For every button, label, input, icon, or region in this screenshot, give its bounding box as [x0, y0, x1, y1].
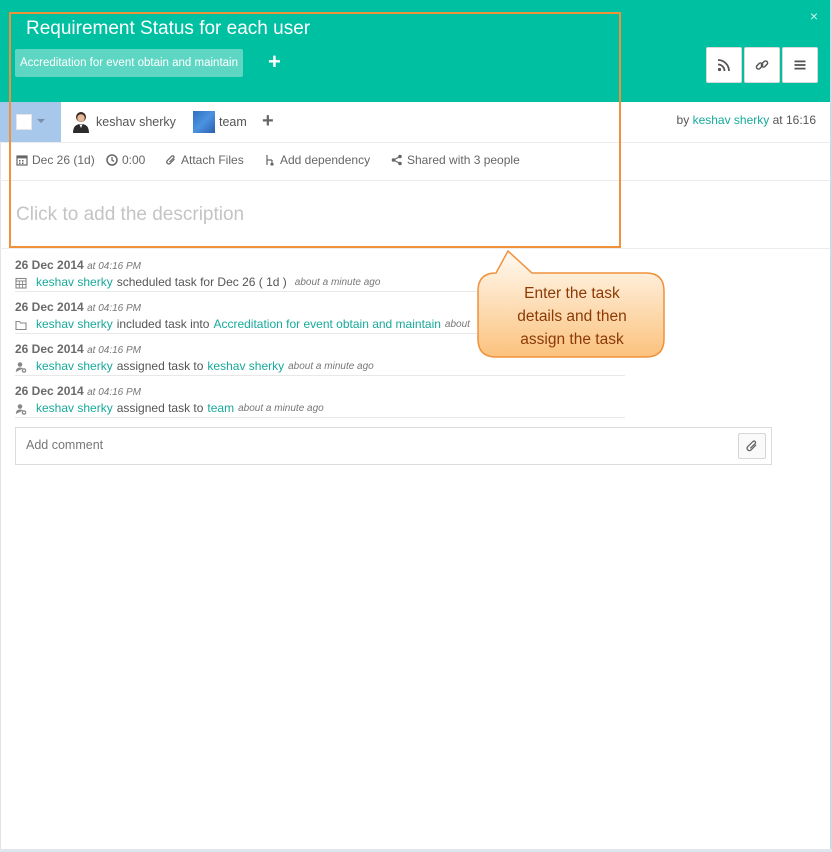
rss-button[interactable]: [706, 47, 742, 83]
annotation-highlight-box: [9, 12, 621, 248]
rss-icon: [717, 59, 730, 72]
byline-prefix: by: [676, 113, 690, 127]
activity-date-text: 26 Dec 2014: [15, 258, 84, 272]
calendar-icon: [15, 277, 27, 289]
activity-item: keshav sherky assigned task to team abou…: [15, 400, 625, 418]
comment-attach-button[interactable]: [738, 433, 766, 459]
callout-line: assign the task: [520, 331, 624, 348]
activity-date-text: 26 Dec 2014: [15, 342, 84, 356]
menu-button[interactable]: [782, 47, 818, 83]
activity-ago: about: [444, 319, 470, 330]
activity-user-link[interactable]: keshav sherky: [36, 400, 113, 417]
activity-date: 26 Dec 2014 at 04:16 PM: [15, 383, 625, 400]
assign-user-icon: [15, 403, 27, 415]
activity-action: scheduled task for Dec 26 ( 1d ): [116, 275, 287, 289]
activity-ago: about a minute ago: [294, 277, 381, 288]
activity-target-link[interactable]: keshav sherky: [207, 358, 284, 375]
byline-author-link[interactable]: keshav sherky: [693, 113, 770, 127]
comment-input[interactable]: Add comment: [26, 438, 103, 452]
created-by: by keshav sherky at 16:16: [677, 113, 816, 127]
activity-date-text: 26 Dec 2014: [15, 300, 84, 314]
activity-target-link[interactable]: team: [207, 400, 234, 417]
assign-user-icon: [15, 361, 27, 373]
menu-icon: [794, 60, 806, 70]
activity-user-link[interactable]: keshav sherky: [36, 316, 113, 333]
activity-action: included task into: [116, 317, 210, 331]
activity-action: assigned task to: [116, 401, 204, 415]
activity-user-link[interactable]: keshav sherky: [36, 358, 113, 375]
paperclip-icon: [746, 440, 757, 452]
activity-time: at 04:16 PM: [87, 387, 141, 398]
activity-user-link[interactable]: keshav sherky: [36, 274, 113, 291]
activity-date-text: 26 Dec 2014: [15, 384, 84, 398]
activity-ago: about a minute ago: [288, 361, 374, 372]
comment-box[interactable]: Add comment: [15, 427, 772, 465]
activity-target-link[interactable]: Accreditation for event obtain and maint…: [213, 316, 440, 333]
copy-link-button[interactable]: [744, 47, 780, 83]
activity-time: at 04:16 PM: [87, 261, 141, 272]
activity-time: at 04:16 PM: [87, 303, 141, 314]
byline-time: at 16:16: [772, 113, 816, 127]
folder-icon: [15, 320, 27, 330]
callout-line: Enter the task: [524, 285, 620, 302]
annotation-callout-text: Enter the task details and then assign t…: [480, 282, 664, 351]
close-icon[interactable]: ×: [810, 8, 818, 24]
link-icon: [755, 60, 769, 70]
callout-line: details and then: [517, 308, 627, 325]
activity-ago: about a minute ago: [238, 403, 324, 414]
activity-action: assigned task to: [116, 359, 204, 373]
divider: [0, 248, 830, 249]
activity-time: at 04:16 PM: [87, 345, 141, 356]
